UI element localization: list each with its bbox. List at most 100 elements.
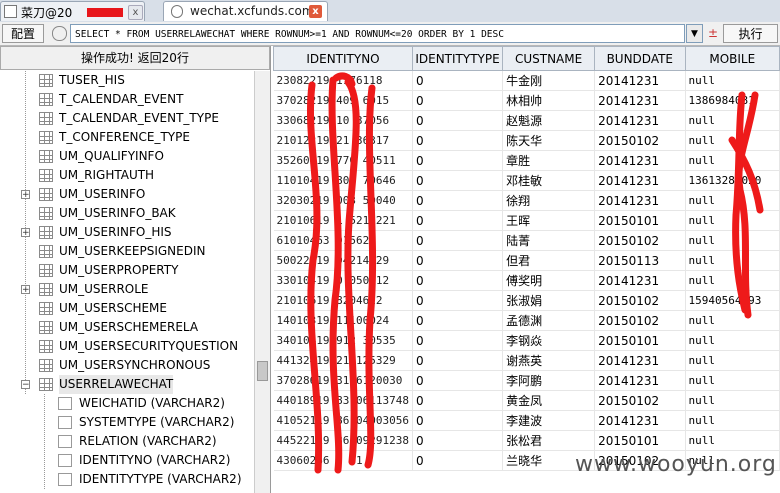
table-cell[interactable]: 20141231 bbox=[594, 270, 686, 291]
table-cell[interactable]: null bbox=[685, 230, 780, 251]
table-cell[interactable]: 20150102 bbox=[594, 130, 686, 151]
table-cell[interactable]: 1386984081 bbox=[685, 90, 780, 111]
sql-input[interactable]: SELECT * FROM USERRELAWECHAT WHERE ROWNU… bbox=[70, 24, 685, 43]
table-cell[interactable]: 0 bbox=[412, 430, 504, 451]
table-cell[interactable]: 61010463 915626 bbox=[273, 230, 413, 251]
table-row[interactable]: 33010419 0 050712 0 傅奖明 20141231 null bbox=[273, 270, 780, 291]
table-cell[interactable]: 张淑娟 bbox=[502, 290, 596, 311]
table-cell[interactable]: 0 bbox=[412, 230, 504, 251]
table-cell[interactable]: 0 bbox=[412, 90, 504, 111]
column-header[interactable]: IDENTITYNO bbox=[273, 46, 413, 71]
table-cell[interactable]: null bbox=[685, 250, 780, 271]
table-cell[interactable]: 20141231 bbox=[594, 370, 686, 391]
table-row[interactable]: 32030219 003 50040 0 徐翔 20141231 null bbox=[273, 190, 780, 211]
table-cell[interactable]: 陆菁 bbox=[502, 230, 596, 251]
table-cell[interactable]: 林相帅 bbox=[502, 90, 596, 111]
table-cell[interactable]: 20141231 bbox=[594, 150, 686, 171]
tab-wechat-xcfunds[interactable]: wechat.xcfunds.com x bbox=[163, 1, 328, 21]
table-cell[interactable]: 0 bbox=[412, 70, 504, 91]
expand-icon[interactable]: + bbox=[21, 190, 30, 200]
table-cell[interactable]: 张松君 bbox=[502, 430, 596, 451]
table-cell[interactable]: 20141231 bbox=[594, 410, 686, 431]
table-cell[interactable]: 0 bbox=[412, 190, 504, 211]
table-cell[interactable]: 20150102 bbox=[594, 310, 686, 331]
table-cell[interactable]: 谢燕英 bbox=[502, 350, 596, 371]
tree-node-table[interactable]: + UM_USERINFO bbox=[0, 185, 254, 204]
table-cell[interactable]: 20150101 bbox=[594, 430, 686, 451]
tree-node-table[interactable]: UM_QUALIFYINFO bbox=[0, 147, 254, 166]
table-cell[interactable]: null bbox=[685, 310, 780, 331]
table-cell[interactable]: null bbox=[685, 70, 780, 91]
plus-minus-icon[interactable]: ± bbox=[708, 26, 718, 40]
table-cell[interactable]: 0 bbox=[412, 350, 504, 371]
table-cell[interactable]: 牛金刚 bbox=[502, 70, 596, 91]
tree-node-table[interactable]: T_CONFERENCE_TYPE bbox=[0, 128, 254, 147]
table-row[interactable]: 33068219 10 37056 0 赵魁源 20141231 null bbox=[273, 110, 780, 131]
table-cell[interactable]: 20141231 bbox=[594, 90, 686, 111]
table-cell[interactable]: 11010419 806 70646 bbox=[273, 170, 413, 191]
table-cell[interactable]: 21010619 1 5211221 bbox=[273, 210, 413, 231]
table-cell[interactable]: 邓桂敏 bbox=[502, 170, 596, 191]
table-cell[interactable]: 王晖 bbox=[502, 210, 596, 231]
table-cell[interactable]: 50022119 04214029 bbox=[273, 250, 413, 271]
table-cell[interactable]: 23082219 1176118 bbox=[273, 70, 413, 91]
table-cell[interactable]: 33010419 0 050712 bbox=[273, 270, 413, 291]
table-cell[interactable]: 20141231 bbox=[594, 110, 686, 131]
table-cell[interactable]: null bbox=[685, 430, 780, 451]
table-cell[interactable]: 0 bbox=[412, 110, 504, 131]
table-row[interactable]: 21010619 8204622 0 张淑娟 20150102 15940564193 bbox=[273, 290, 780, 311]
tree-node-table[interactable]: UM_USERSCHEME bbox=[0, 299, 254, 318]
table-cell[interactable]: 章胜 bbox=[502, 150, 596, 171]
table-row[interactable]: 14010319 11100024 0 孟德渊 20150102 null bbox=[273, 310, 780, 331]
tree-node-table[interactable]: T_CALENDAR_EVENT bbox=[0, 90, 254, 109]
table-cell[interactable]: 陈天华 bbox=[502, 130, 596, 151]
column-header[interactable]: BUNDDATE bbox=[594, 46, 686, 71]
table-cell[interactable]: 21012219 21 36317 bbox=[273, 130, 413, 151]
table-cell[interactable]: 20150101 bbox=[594, 210, 686, 231]
table-cell[interactable]: 32030219 003 50040 bbox=[273, 190, 413, 211]
tree-node-table[interactable]: − USERRELAWECHAT bbox=[0, 375, 254, 394]
table-row[interactable]: 34010419 912 30535 0 李钢焱 20150101 null bbox=[273, 330, 780, 351]
tree-node-table[interactable]: + UM_USERROLE bbox=[0, 280, 254, 299]
table-cell[interactable]: 0 bbox=[412, 390, 504, 411]
tree-node-table[interactable]: UM_USERPROPERTY bbox=[0, 261, 254, 280]
table-cell[interactable]: 41052119 86 04003056 bbox=[273, 410, 413, 431]
table-cell[interactable]: 21010619 8204622 bbox=[273, 290, 413, 311]
table-cell[interactable]: 20150102 bbox=[594, 390, 686, 411]
table-cell[interactable]: 43060266 0 51 bbox=[273, 450, 413, 471]
table-row[interactable]: 50022119 04214029 0 但君 20150113 null bbox=[273, 250, 780, 271]
tree-node-column[interactable]: IDENTITYTYPE (VARCHAR2) bbox=[0, 470, 254, 489]
table-row[interactable]: 11010419 806 70646 0 邓桂敏 20141231 1361328702… bbox=[273, 170, 780, 191]
tree-node-table[interactable]: UM_USERKEEPSIGNEDIN bbox=[0, 242, 254, 261]
tree-node-table[interactable]: T_CALENDAR_EVENT_TYPE bbox=[0, 109, 254, 128]
table-cell[interactable]: 13613287020 bbox=[685, 170, 780, 191]
table-cell[interactable]: 徐翔 bbox=[502, 190, 596, 211]
table-cell[interactable]: 0 bbox=[412, 130, 504, 151]
table-cell[interactable]: null bbox=[685, 210, 780, 231]
table-cell[interactable]: 0 bbox=[412, 330, 504, 351]
table-cell[interactable]: null bbox=[685, 270, 780, 291]
tree-node-table[interactable]: UM_USERSYNCHRONOUS bbox=[0, 356, 254, 375]
table-row[interactable]: 37028219 409 6015 0 林相帅 20141231 1386984081 bbox=[273, 90, 780, 111]
scrollbar-thumb[interactable] bbox=[257, 361, 268, 381]
table-cell[interactable]: 黄金凤 bbox=[502, 390, 596, 411]
tree-node-table[interactable]: UM_USERSECURITYQUESTION bbox=[0, 337, 254, 356]
table-cell[interactable]: 0 bbox=[412, 310, 504, 331]
table-cell[interactable]: null bbox=[685, 130, 780, 151]
table-cell[interactable]: 0 bbox=[412, 210, 504, 231]
expand-icon[interactable]: + bbox=[21, 285, 30, 295]
table-cell[interactable]: null bbox=[685, 330, 780, 351]
tree-node-column[interactable]: SYSTEMTYPE (VARCHAR2) bbox=[0, 413, 254, 432]
table-cell[interactable]: null bbox=[685, 370, 780, 391]
table-cell[interactable]: null bbox=[685, 390, 780, 411]
table-cell[interactable]: 0 bbox=[412, 290, 504, 311]
table-row[interactable]: 44132419 211125329 0 谢燕英 20141231 null bbox=[273, 350, 780, 371]
table-cell[interactable]: 傅奖明 bbox=[502, 270, 596, 291]
scrollbar[interactable] bbox=[254, 71, 270, 493]
close-icon[interactable]: x bbox=[309, 5, 322, 18]
table-cell[interactable]: 20141231 bbox=[594, 170, 686, 191]
tree-node-column[interactable]: IDENTITYNO (VARCHAR2) bbox=[0, 451, 254, 470]
execute-button[interactable]: 执行 bbox=[723, 24, 778, 43]
table-cell[interactable]: 15940564193 bbox=[685, 290, 780, 311]
table-cell[interactable]: 0 bbox=[412, 250, 504, 271]
